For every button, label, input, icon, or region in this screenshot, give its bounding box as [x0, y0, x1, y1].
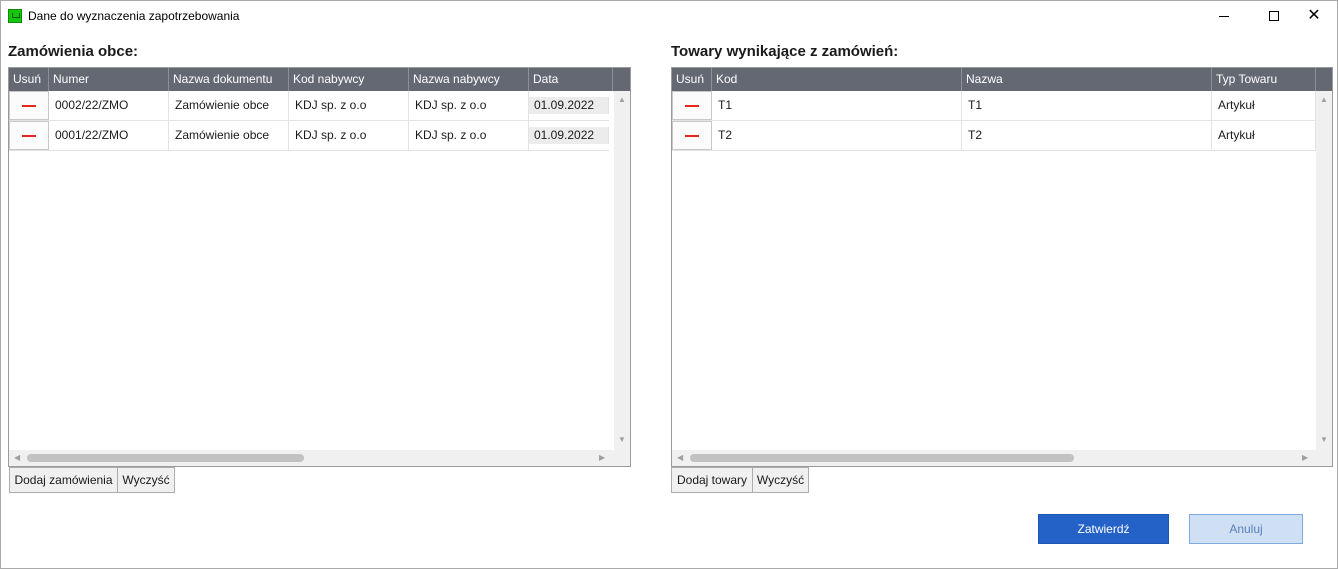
remove-row-button[interactable] — [9, 121, 49, 150]
column-header-numer[interactable]: Numer — [49, 68, 169, 91]
column-header-filler — [613, 68, 630, 91]
scroll-right-icon[interactable]: ▶ — [599, 453, 605, 462]
cell-nazwa-nabywcy[interactable]: KDJ sp. z o.o — [409, 91, 529, 120]
cell-numer[interactable]: 0002/22/ZMO — [49, 91, 169, 120]
scroll-left-icon[interactable]: ◀ — [677, 453, 683, 462]
title-bar: Dane do wyznaczenia zapotrzebowania ✕ — [1, 1, 1337, 31]
column-header-filler — [1316, 68, 1332, 91]
cell-kod-nabywcy[interactable]: KDJ sp. z o.o — [289, 91, 409, 120]
close-button[interactable]: ✕ — [1291, 1, 1337, 31]
scroll-corner — [614, 450, 630, 466]
goods-grid-header: Usuń Kod Nazwa Typ Towaru — [672, 68, 1332, 91]
scroll-corner — [1316, 450, 1332, 466]
close-icon: ✕ — [1307, 7, 1321, 24]
maximize-icon — [1269, 11, 1279, 21]
remove-row-icon — [22, 134, 36, 137]
remove-row-icon — [22, 104, 36, 107]
orders-section-title: Zamówienia obce: — [8, 43, 139, 60]
cell-typ-towaru[interactable]: Artykuł — [1212, 121, 1316, 150]
dialog-window: Dane do wyznaczenia zapotrzebowania ✕ Za… — [0, 0, 1338, 569]
cell-nazwa[interactable]: T2 — [962, 121, 1212, 150]
cell-typ-towaru[interactable]: Artykuł — [1212, 91, 1316, 120]
cell-kod-nabywcy[interactable]: KDJ sp. z o.o — [289, 121, 409, 150]
scroll-left-icon[interactable]: ◀ — [14, 453, 20, 462]
scroll-up-icon[interactable]: ▲ — [618, 95, 626, 104]
goods-grid: Usuń Kod Nazwa Typ Towaru T1 T1 Artykuł … — [671, 67, 1333, 467]
remove-row-icon — [685, 104, 699, 107]
cell-nazwa-nabywcy[interactable]: KDJ sp. z o.o — [409, 121, 529, 150]
cell-nazwa-dokumentu[interactable]: Zamówienie obce — [169, 121, 289, 150]
cell-nazwa-dokumentu[interactable]: Zamówienie obce — [169, 91, 289, 120]
cancel-button[interactable]: Anuluj — [1189, 514, 1303, 544]
orders-vertical-scrollbar[interactable]: ▲ ▼ — [614, 91, 630, 450]
cell-data[interactable]: 01.09.2022 — [529, 97, 609, 114]
clear-orders-button[interactable]: Wyczyść — [117, 467, 175, 493]
goods-section-title: Towary wynikające z zamówień: — [671, 43, 899, 60]
goods-vertical-scrollbar[interactable]: ▲ ▼ — [1316, 91, 1332, 450]
column-header-kod[interactable]: Kod — [712, 68, 962, 91]
column-header-nazwa[interactable]: Nazwa — [962, 68, 1212, 91]
goods-horizontal-scroll-thumb[interactable] — [690, 454, 1074, 462]
orders-horizontal-scrollbar[interactable]: ◀ ▶ — [9, 450, 614, 466]
scroll-right-icon[interactable]: ▶ — [1302, 453, 1308, 462]
column-header-nazwa-nabywcy[interactable]: Nazwa nabywcy — [409, 68, 529, 91]
scroll-down-icon[interactable]: ▼ — [1320, 435, 1328, 444]
app-icon — [8, 9, 22, 23]
add-goods-button[interactable]: Dodaj towary — [671, 467, 753, 493]
cell-data[interactable]: 01.09.2022 — [529, 127, 609, 144]
scroll-down-icon[interactable]: ▼ — [618, 435, 626, 444]
orders-horizontal-scroll-thumb[interactable] — [27, 454, 304, 462]
table-row[interactable]: 0002/22/ZMO Zamówienie obce KDJ sp. z o.… — [9, 91, 609, 121]
minimize-button[interactable] — [1201, 1, 1247, 31]
table-row[interactable]: 0001/22/ZMO Zamówienie obce KDJ sp. z o.… — [9, 121, 609, 151]
add-orders-button[interactable]: Dodaj zamówienia — [9, 467, 118, 493]
confirm-button[interactable]: Zatwierdź — [1038, 514, 1169, 544]
remove-row-button[interactable] — [672, 121, 712, 150]
cell-nazwa[interactable]: T1 — [962, 91, 1212, 120]
table-row[interactable]: T1 T1 Artykuł — [672, 91, 1316, 121]
remove-row-button[interactable] — [9, 91, 49, 120]
clear-goods-button[interactable]: Wyczyść — [752, 467, 809, 493]
cell-kod[interactable]: T2 — [712, 121, 962, 150]
remove-row-button[interactable] — [672, 91, 712, 120]
cell-numer[interactable]: 0001/22/ZMO — [49, 121, 169, 150]
orders-grid: Usuń Numer Nazwa dokumentu Kod nabywcy N… — [8, 67, 631, 467]
orders-grid-header: Usuń Numer Nazwa dokumentu Kod nabywcy N… — [9, 68, 630, 91]
column-header-usun[interactable]: Usuń — [9, 68, 49, 91]
goods-horizontal-scrollbar[interactable]: ◀ ▶ — [672, 450, 1316, 466]
column-header-typ-towaru[interactable]: Typ Towaru — [1212, 68, 1316, 91]
remove-row-icon — [685, 134, 699, 137]
column-header-usun[interactable]: Usuń — [672, 68, 712, 91]
column-header-kod-nabywcy[interactable]: Kod nabywcy — [289, 68, 409, 91]
scroll-up-icon[interactable]: ▲ — [1320, 95, 1328, 104]
table-row[interactable]: T2 T2 Artykuł — [672, 121, 1316, 151]
cell-kod[interactable]: T1 — [712, 91, 962, 120]
column-header-data[interactable]: Data — [529, 68, 613, 91]
column-header-nazwa-dokumentu[interactable]: Nazwa dokumentu — [169, 68, 289, 91]
minimize-icon — [1219, 15, 1229, 17]
window-title: Dane do wyznaczenia zapotrzebowania — [28, 9, 240, 23]
